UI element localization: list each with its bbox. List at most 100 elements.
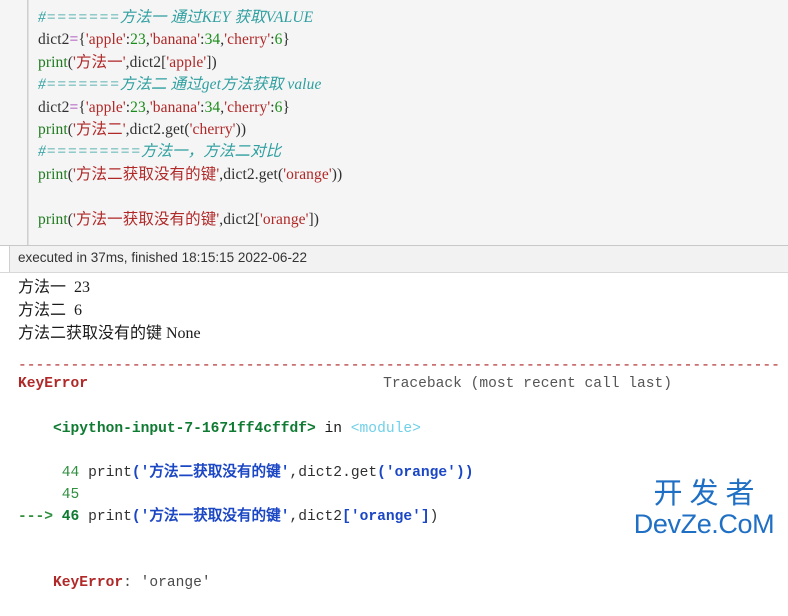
traceback-line-number: 45 [61, 487, 89, 503]
code-token: ]) [206, 53, 217, 71]
code-token: dict2 [38, 31, 70, 49]
code-token: 'orange' [259, 210, 309, 228]
code-token: )) [331, 165, 343, 183]
code-token: 23 [130, 98, 146, 116]
traceback-token: print [88, 509, 132, 525]
traceback-token: ] [420, 509, 430, 525]
code-token: #=========方法一，方法二对比 [38, 143, 282, 161]
code-token: dict2 [38, 98, 70, 116]
code-token: 23 [130, 31, 146, 49]
code-token: print [38, 165, 68, 183]
traceback-arrow-marker [18, 465, 62, 481]
code-token: dict2 [129, 53, 162, 71]
traceback-token: ) [429, 509, 439, 525]
traceback-frame-line: 45 [18, 484, 788, 506]
notebook-code-cell[interactable]: #=======方法一 通过KEY 获取VALUE dict2={'apple':… [0, 0, 788, 245]
traceback-line-number: 44 [61, 465, 89, 481]
traceback-token: ( [131, 465, 141, 481]
traceback-arrow-marker: ---> [18, 509, 62, 525]
traceback-arrow-marker [18, 487, 62, 503]
code-line: #=======方法二 通过get方法获取 value [38, 74, 788, 96]
code-cell-gutter [0, 0, 28, 245]
code-token: { [78, 98, 86, 116]
code-token: #=======方法二 通过get方法获取 value [38, 76, 322, 94]
code-editor-area[interactable]: #=======方法一 通过KEY 获取VALUE dict2={'apple':… [29, 0, 788, 245]
traceback-frames: 44 print('方法二获取没有的键',dict2.get('orange')… [18, 462, 788, 528]
execution-status-bar: executed in 37ms, finished 18:15:15 2022… [0, 245, 788, 273]
traceback-token: 'orange' [350, 509, 421, 525]
code-token: ]) [308, 210, 320, 228]
code-token: } [282, 31, 291, 49]
code-token: dict2 [223, 210, 255, 228]
code-line: dict2={'apple':23,'banana':34,'cherry':6… [38, 29, 788, 51]
code-token: 6 [274, 31, 283, 49]
code-token: 34 [204, 31, 221, 49]
code-token: 'banana' [149, 31, 201, 49]
traceback-file-name: <ipython-input-7-1671ff4cffdf> [53, 421, 316, 437]
traceback-token: dict2 [298, 509, 343, 525]
code-line: print('方法一获取没有的键',dict2['orange']) [38, 209, 788, 231]
code-line: print('方法二',dict2.get('cherry')) [38, 119, 788, 141]
traceback-separator-rule: ----------------------------------------… [18, 358, 778, 372]
traceback-token: )) [455, 465, 474, 481]
traceback-token: get [350, 465, 378, 481]
code-token: dict2. [129, 121, 166, 139]
traceback-header-row: KeyError Traceback (most recent call las… [18, 372, 788, 396]
traceback-token: '方法一获取没有的键' [140, 509, 290, 525]
code-token: '方法二' [73, 121, 126, 139]
error-traceback: ----------------------------------------… [0, 358, 788, 616]
code-line: #=======方法一 通过KEY 获取VALUE [38, 7, 788, 29]
traceback-token: print [88, 465, 132, 481]
execution-status-text: executed in 37ms, finished 18:15:15 2022… [18, 250, 307, 265]
stdout-output: 方法一 23 方法二 6 方法二获取没有的键 None [0, 276, 788, 345]
traceback-final-error-name: KeyError [53, 575, 124, 591]
traceback-token: , [289, 465, 299, 481]
traceback-token: , [289, 509, 299, 525]
code-token: 'banana' [149, 98, 201, 116]
code-token: '方法二获取没有的键' [73, 165, 220, 183]
code-token: dict2. [223, 165, 259, 183]
traceback-scope: <module> [350, 421, 421, 437]
code-token: 'cherry' [189, 121, 236, 139]
code-token: } [282, 98, 291, 116]
traceback-frame-line: 44 print('方法二获取没有的键',dict2.get('orange')… [18, 462, 788, 484]
traceback-final-line: KeyError: 'orange' [18, 550, 788, 616]
code-line: print('方法一',dict2['apple']) [38, 52, 788, 74]
traceback-token: dict2. [298, 465, 351, 481]
traceback-token: ( [377, 465, 386, 481]
traceback-in-word: in [315, 421, 351, 437]
code-token: 'orange' [283, 165, 332, 183]
stdout-line: 方法二 6 [18, 302, 83, 319]
traceback-error-name: KeyError [18, 376, 89, 392]
traceback-token: 'orange' [385, 465, 456, 481]
code-token: { [78, 31, 86, 49]
traceback-line-number: 46 [61, 509, 89, 525]
traceback-token: [ [342, 509, 351, 525]
exec-bar-gutter [0, 246, 10, 272]
code-token: '方法一' [73, 53, 126, 71]
code-token: #=======方法一 通过KEY 获取VALUE [38, 9, 314, 26]
code-line: print('方法二获取没有的键',dict2.get('orange')) [38, 164, 788, 186]
code-token: 'apple' [85, 98, 126, 116]
traceback-frame-line: ---> 46 print('方法一获取没有的键',dict2['orange'… [18, 506, 788, 528]
traceback-final-value: 'orange' [140, 575, 211, 591]
code-token: 34 [204, 98, 221, 116]
code-token: 'cherry' [224, 98, 271, 116]
code-token: print [38, 53, 68, 71]
traceback-token: '方法二获取没有的键' [140, 465, 290, 481]
code-token: '方法一获取没有的键' [73, 210, 220, 228]
code-token: 'apple' [166, 53, 207, 71]
code-line: #=========方法一，方法二对比 [38, 141, 788, 163]
stdout-line: 方法一 23 [18, 279, 91, 296]
code-token: print [38, 210, 68, 228]
traceback-location-line: <ipython-input-7-1671ff4cffdf> in <modul… [18, 396, 788, 462]
code-token: 6 [274, 98, 283, 116]
traceback-label: Traceback (most recent call last) [383, 376, 673, 392]
traceback-token: ( [131, 509, 141, 525]
code-token: get [165, 121, 185, 139]
traceback-final-separator: : [123, 575, 141, 591]
code-token: )) [235, 121, 247, 139]
code-token: 'apple' [85, 31, 126, 49]
code-token: 'cherry' [224, 31, 271, 49]
